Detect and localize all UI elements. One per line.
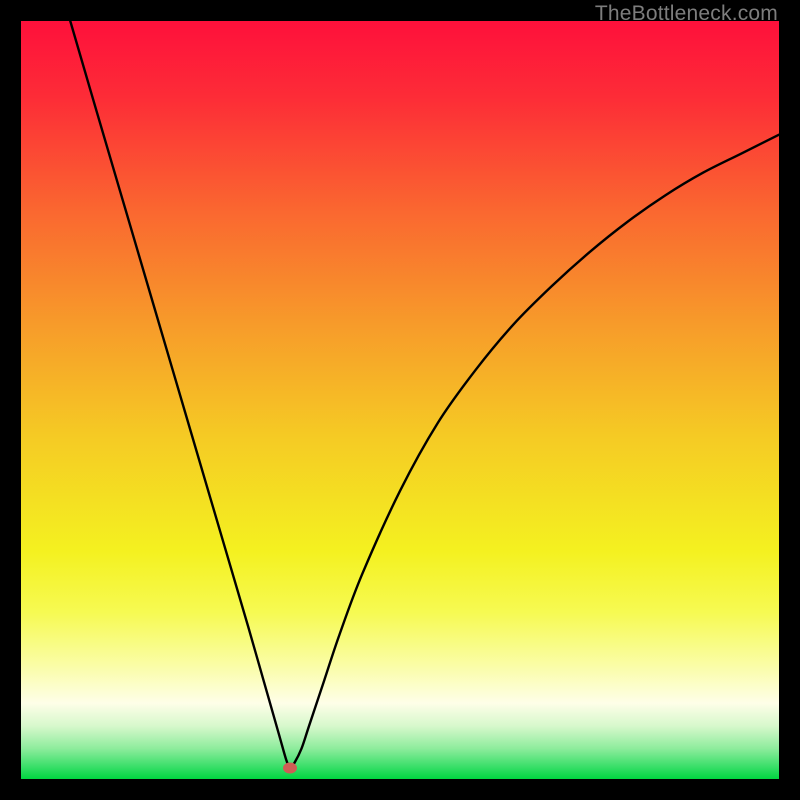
- bottleneck-curve: [21, 21, 779, 779]
- optimal-point-marker: [283, 763, 297, 774]
- chart-frame: [21, 21, 779, 779]
- watermark-text: TheBottleneck.com: [595, 2, 778, 26]
